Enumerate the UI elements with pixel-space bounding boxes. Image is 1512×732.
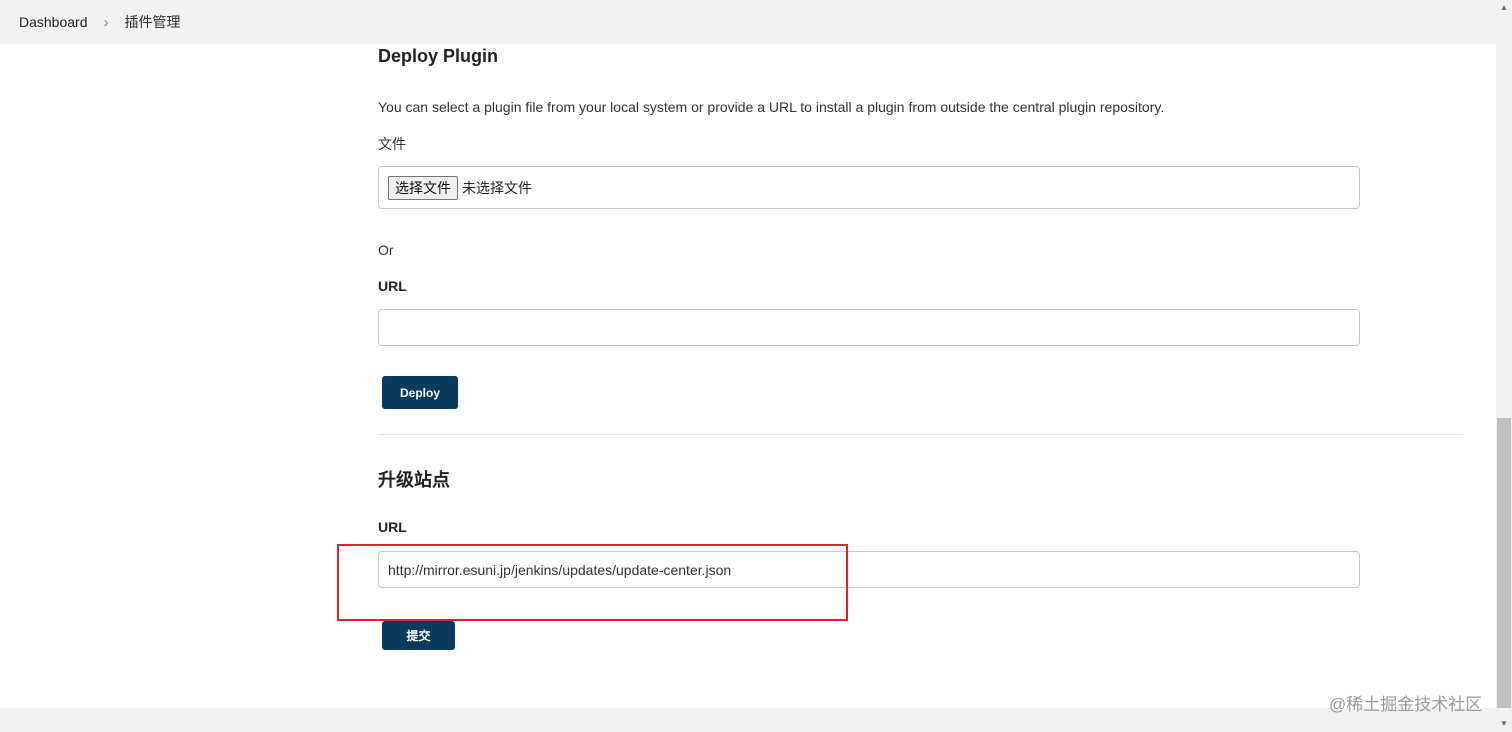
update-site-title: 升级站点 xyxy=(378,470,450,490)
footer xyxy=(0,708,1496,732)
deploy-url-input[interactable] xyxy=(378,309,1360,346)
deploy-plugin-title: Deploy Plugin xyxy=(378,46,499,66)
watermark: @稀土掘金技术社区 xyxy=(1329,695,1483,714)
breadcrumb-dashboard[interactable]: Dashboard xyxy=(19,14,88,30)
or-label: Or xyxy=(378,242,394,258)
breadcrumb-plugin-manager[interactable]: 插件管理 xyxy=(125,12,181,32)
deploy-description: You can select a plugin file from your l… xyxy=(378,99,1165,115)
deploy-button[interactable]: Deploy xyxy=(382,376,458,409)
update-site-url-label: URL xyxy=(378,519,407,535)
scrollbar-thumb[interactable] xyxy=(1497,418,1511,708)
deploy-url-label: URL xyxy=(378,278,407,294)
scroll-up-arrow-icon[interactable]: ▲ xyxy=(1499,3,1509,13)
file-status-text: 未选择文件 xyxy=(462,179,532,196)
highlight-annotation-box xyxy=(337,544,848,621)
submit-button[interactable]: 提交 xyxy=(382,621,455,650)
choose-file-button[interactable]: 选择文件 xyxy=(388,175,458,200)
chevron-right-icon: › xyxy=(103,13,109,31)
section-divider xyxy=(378,434,1463,435)
file-input[interactable]: 选择文件 未选择文件 xyxy=(378,166,1360,209)
file-label: 文件 xyxy=(378,136,406,152)
breadcrumb: Dashboard › 插件管理 xyxy=(0,0,1496,44)
scroll-down-arrow-icon[interactable]: ▼ xyxy=(1499,719,1509,729)
